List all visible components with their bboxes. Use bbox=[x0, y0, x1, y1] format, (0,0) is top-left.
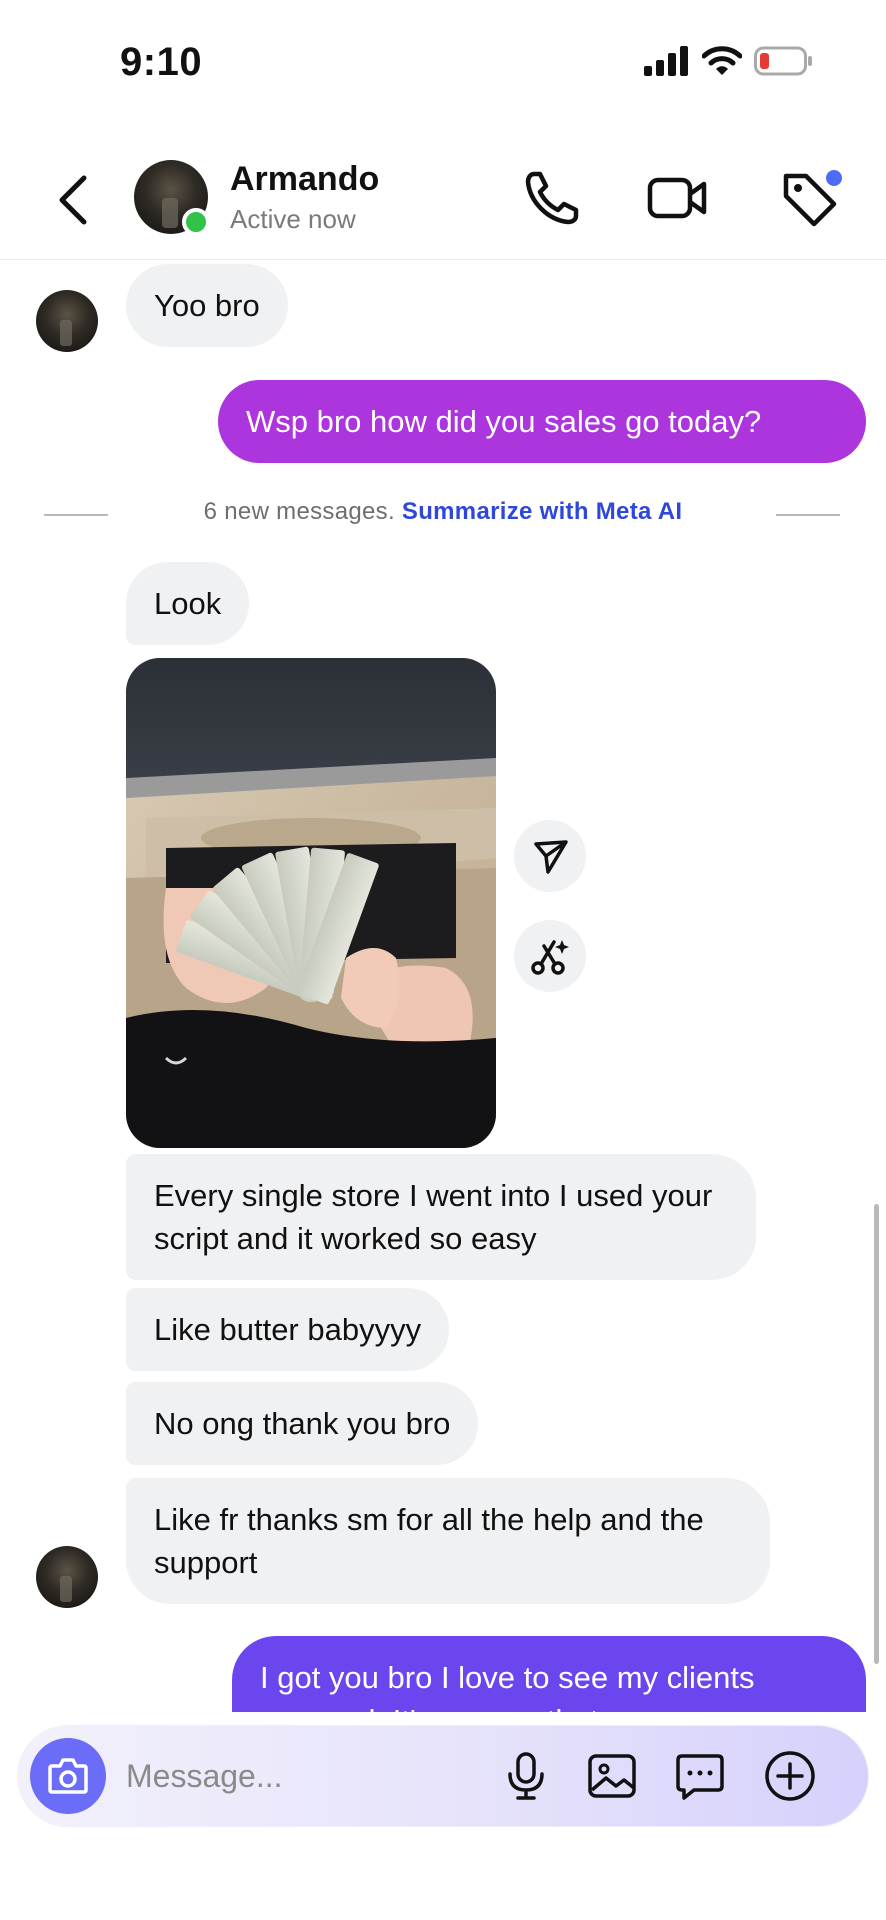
message-bubble-incoming[interactable]: Look bbox=[126, 562, 250, 645]
camera-button[interactable] bbox=[30, 1738, 106, 1814]
message-bubble-incoming[interactable]: Every single store I went into I used yo… bbox=[126, 1154, 756, 1280]
chat-bubble-icon[interactable] bbox=[672, 1748, 728, 1804]
image-icon[interactable] bbox=[584, 1748, 640, 1804]
microphone-icon[interactable] bbox=[498, 1748, 554, 1804]
contact-name[interactable]: Armando bbox=[230, 160, 379, 199]
scrollbar[interactable] bbox=[874, 1204, 879, 1664]
online-indicator bbox=[182, 208, 210, 236]
chat-header: Armando Active now bbox=[0, 140, 886, 260]
remix-button[interactable] bbox=[514, 920, 586, 992]
notification-dot bbox=[826, 170, 842, 186]
message-thread[interactable]: Yoo bro Wsp bro how did you sales go tod… bbox=[0, 262, 886, 1722]
camera-icon bbox=[48, 1758, 88, 1794]
signal-icon bbox=[644, 46, 688, 76]
forward-button[interactable] bbox=[514, 820, 586, 892]
new-messages-divider: 6 new messages. Summarize with Meta AI bbox=[0, 494, 886, 534]
scissors-sparkle-icon bbox=[531, 940, 569, 975]
sender-avatar[interactable] bbox=[36, 290, 98, 352]
contact-status: Active now bbox=[230, 204, 356, 234]
status-time: 9:10 bbox=[120, 40, 203, 84]
message-input[interactable] bbox=[126, 1752, 486, 1800]
message-bubble-incoming[interactable]: Like butter babyyyy bbox=[126, 1288, 450, 1371]
new-messages-count: 6 new messages. bbox=[203, 498, 395, 525]
photo-message[interactable] bbox=[126, 658, 496, 1148]
status-bar: 9:10 bbox=[0, 0, 886, 120]
video-camera-icon[interactable] bbox=[646, 166, 710, 230]
phone-icon[interactable] bbox=[520, 166, 584, 230]
summarize-link[interactable]: Summarize with Meta AI bbox=[402, 498, 682, 525]
message-bubble-outgoing[interactable]: I got you bro I love to see my clients s… bbox=[232, 1636, 866, 1722]
battery-low-icon bbox=[754, 46, 812, 76]
wifi-icon bbox=[702, 46, 742, 75]
message-bubble-incoming[interactable]: No ong thank you bro bbox=[126, 1382, 479, 1465]
sender-avatar[interactable] bbox=[36, 1546, 98, 1608]
plus-circle-icon[interactable] bbox=[762, 1748, 818, 1804]
divider-line bbox=[776, 514, 840, 516]
message-bubble-outgoing[interactable]: Wsp bro how did you sales go today? bbox=[218, 380, 866, 463]
message-bubble-incoming[interactable]: Yoo bro bbox=[126, 264, 288, 347]
message-composer bbox=[18, 1726, 868, 1826]
send-icon bbox=[534, 840, 568, 874]
message-bubble-incoming[interactable]: Like fr thanks sm for all the help and t… bbox=[126, 1478, 770, 1604]
status-icons bbox=[644, 46, 814, 76]
photo-money-in-car bbox=[126, 658, 496, 1148]
chevron-left-icon[interactable] bbox=[50, 170, 94, 230]
